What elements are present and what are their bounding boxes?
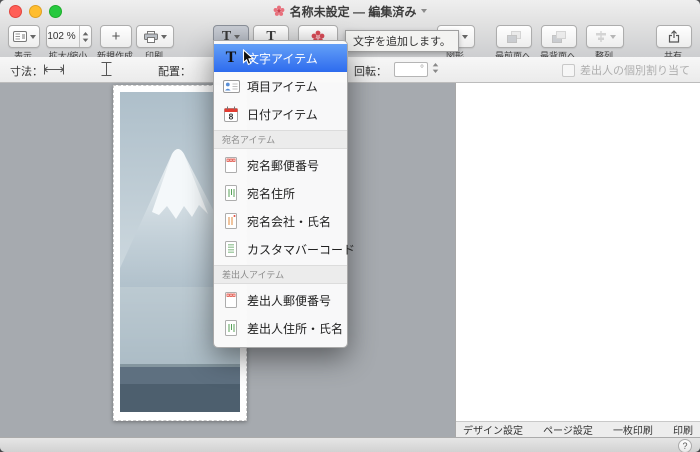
titlebar: 名称未設定 — 編集済み bbox=[0, 0, 700, 22]
text-item-icon: T bbox=[225, 49, 237, 66]
view-layout-icon bbox=[12, 31, 27, 42]
panel-footer-tabs: デザイン設定 ページ設定 一枚印刷 印刷 bbox=[456, 421, 700, 437]
help-button[interactable]: ? bbox=[678, 439, 692, 452]
postcard-address-icon bbox=[221, 320, 241, 336]
stepper-arrows-icon bbox=[82, 31, 89, 42]
zoom-control[interactable]: 102 % bbox=[46, 25, 92, 48]
postcard-name-icon bbox=[221, 213, 241, 229]
zoom-value: 102 % bbox=[47, 31, 76, 42]
printer-icon bbox=[143, 30, 158, 43]
rotation-input[interactable]: ° bbox=[394, 62, 428, 77]
arrange-label: 配置： bbox=[158, 66, 191, 78]
postcard-postal-icon bbox=[221, 292, 241, 308]
dimensions-label: 寸法： bbox=[10, 66, 43, 78]
chevron-down-icon bbox=[462, 34, 468, 39]
settings-panel: デザイン設定 ページ設定 一枚印刷 印刷 bbox=[455, 83, 700, 437]
format-bar: 寸法： 配置： 回転： ° 差出人の個別割り当て bbox=[0, 57, 700, 83]
zoom-stepper[interactable] bbox=[79, 26, 91, 47]
rotate-label: 回転： bbox=[354, 66, 387, 78]
share-button[interactable] bbox=[656, 25, 692, 48]
app-window: 名称未設定 — 編集済み 表示 102 % 拡大/縮小 + 新規作成 印刷 T … bbox=[0, 0, 700, 452]
rotation-stepper[interactable] bbox=[432, 62, 439, 74]
document-flower-icon bbox=[273, 5, 285, 16]
window-title-area: 名称未設定 — 編集済み bbox=[0, 0, 700, 22]
add-text-tooltip: 文字を追加します。 bbox=[345, 30, 459, 52]
postcard-postal-icon bbox=[221, 157, 241, 173]
postcard-address-icon bbox=[221, 185, 241, 201]
menu-item-customer-barcode[interactable]: カスタマバーコード bbox=[214, 235, 355, 263]
window-title: 名称未設定 — 編集済み bbox=[289, 4, 417, 19]
menu-item-sender-postal[interactable]: 差出人郵便番号 bbox=[214, 286, 347, 314]
menu-section-sender: 差出人アイテム bbox=[214, 265, 347, 284]
mouse-cursor-icon bbox=[242, 49, 254, 66]
field-item-icon bbox=[221, 79, 241, 93]
menu-item-date[interactable]: 8 日付アイテム bbox=[214, 100, 347, 128]
width-dimension-icon[interactable] bbox=[44, 64, 64, 75]
send-back-icon bbox=[552, 30, 566, 43]
sender-assignment-label: 差出人の個別割り当て bbox=[580, 65, 690, 77]
view-button[interactable] bbox=[8, 25, 40, 48]
svg-text:8: 8 bbox=[229, 112, 234, 122]
align-icon bbox=[595, 31, 606, 42]
date-item-icon: 8 bbox=[221, 106, 241, 122]
bottom-status-bar: ? bbox=[0, 437, 700, 452]
plus-icon: + bbox=[111, 28, 121, 45]
chevron-down-icon bbox=[234, 34, 241, 39]
menu-section-recipient: 宛名アイテム bbox=[214, 130, 347, 149]
tab-design-settings[interactable]: デザイン設定 bbox=[463, 422, 523, 437]
sender-assignment-checkbox[interactable] bbox=[562, 63, 575, 77]
tab-page-settings[interactable]: ページ設定 bbox=[543, 422, 593, 437]
postcard-barcode-icon bbox=[221, 241, 241, 257]
new-document-button[interactable]: + bbox=[100, 25, 132, 48]
menu-item-sender-address-name[interactable]: 差出人住所・氏名 bbox=[214, 314, 347, 342]
menu-item-field[interactable]: 項目アイテム bbox=[214, 72, 347, 100]
degree-unit: ° bbox=[420, 64, 424, 75]
share-icon bbox=[668, 30, 680, 43]
text-item-menu: T 文字アイテム 項目アイテム 8 日付アイテム 宛名アイテム 宛名郵便番号 宛… bbox=[213, 40, 355, 348]
menu-item-recipient-company-name[interactable]: 宛名会社・氏名 bbox=[214, 207, 347, 235]
chevron-down-icon bbox=[29, 34, 36, 39]
menu-item-text[interactable]: T 文字アイテム bbox=[214, 44, 347, 72]
sender-assignment-control: 差出人の個別割り当て bbox=[562, 62, 690, 78]
chevron-down-icon bbox=[160, 34, 167, 39]
menu-item-recipient-postal[interactable]: 宛名郵便番号 bbox=[214, 151, 347, 179]
send-to-back-button[interactable] bbox=[541, 25, 577, 48]
print-button[interactable] bbox=[136, 25, 174, 48]
height-dimension-icon[interactable] bbox=[101, 62, 112, 76]
align-button[interactable] bbox=[586, 25, 624, 48]
chevron-down-icon bbox=[609, 34, 616, 39]
bring-front-icon bbox=[507, 30, 521, 43]
stepper-arrows-icon bbox=[432, 63, 439, 73]
tab-print[interactable]: 印刷 bbox=[673, 422, 693, 437]
tab-single-print[interactable]: 一枚印刷 bbox=[613, 422, 653, 437]
menu-item-recipient-address[interactable]: 宛名住所 bbox=[214, 179, 347, 207]
bring-to-front-button[interactable] bbox=[496, 25, 532, 48]
title-chevron-icon[interactable] bbox=[421, 9, 428, 13]
